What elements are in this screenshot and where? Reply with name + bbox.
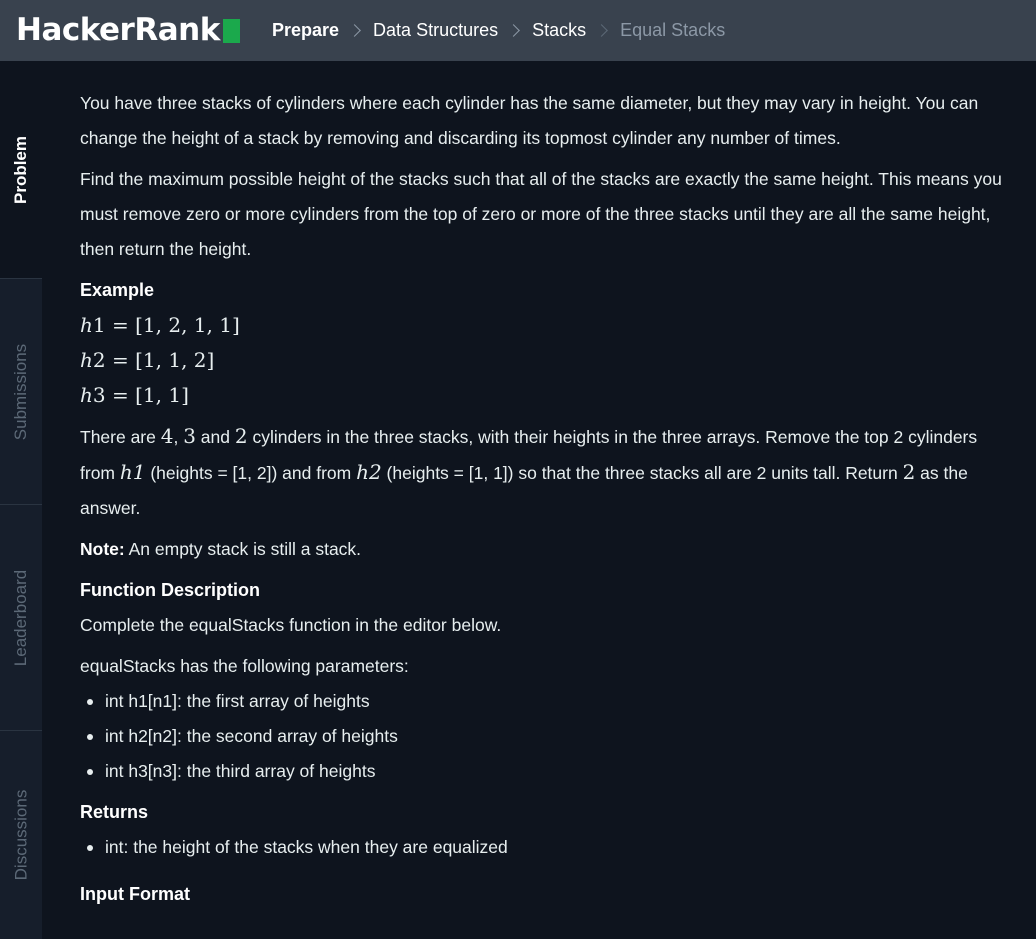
example-line: h3 = [1, 1] <box>80 383 189 407</box>
list-item: int h2[n2]: the second array of heights <box>80 719 1010 754</box>
tab-leaderboard-label: Leaderboard <box>11 569 31 666</box>
logo-block-icon <box>222 19 240 43</box>
parameters-intro: equalStacks has the following parameters… <box>80 656 409 676</box>
list-item: int h3[n3]: the third array of heights <box>80 754 1010 789</box>
function-description-heading: Function Description <box>80 580 260 600</box>
top-header: HackerRank Prepare Data Structures Stack… <box>0 0 1036 61</box>
example-line: h2 = [1, 1, 2] <box>80 348 215 372</box>
breadcrumb: Prepare Data Structures Stacks Equal Sta… <box>272 18 725 42</box>
function-description-text: Complete the equalStacks function in the… <box>80 615 502 635</box>
returns-heading: Returns <box>80 802 149 822</box>
hackerrank-logo[interactable]: HackerRank <box>16 12 240 48</box>
chevron-right-icon <box>595 23 609 37</box>
problem-statement: You have three stacks of cylinders where… <box>80 86 1010 912</box>
tab-discussions-label: Discussions <box>11 789 31 881</box>
example-heading: Example <box>80 280 155 300</box>
note-text: An empty stack is still a stack. <box>124 539 362 559</box>
breadcrumb-stacks[interactable]: Stacks <box>532 18 586 42</box>
logo-text: HackerRank <box>16 12 220 48</box>
parameters-list: int h1[n1]: the first array of heights i… <box>80 684 1010 789</box>
problem-intro: You have three stacks of cylinders where… <box>80 93 979 148</box>
example-arrays: h1 = [1, 2, 1, 1] h2 = [1, 1, 2] h3 = [1… <box>80 308 1010 413</box>
example-line: h1 = [1, 2, 1, 1] <box>80 313 240 337</box>
breadcrumb-prepare[interactable]: Prepare <box>272 18 339 42</box>
breadcrumb-current: Equal Stacks <box>620 20 726 40</box>
breadcrumb-data-structures[interactable]: Data Structures <box>373 18 498 42</box>
note-label: Note: <box>80 539 125 559</box>
tab-submissions[interactable]: Submissions <box>0 279 42 505</box>
list-item: int: the height of the stacks when they … <box>80 830 1010 865</box>
list-item: int h1[n1]: the first array of heights <box>80 684 1010 719</box>
tab-leaderboard[interactable]: Leaderboard <box>0 505 42 731</box>
note: Note: An empty stack is still a stack. <box>80 532 1010 567</box>
tab-problem-label: Problem <box>11 135 30 204</box>
example-explanation: There are 4, 3 and 2 cylinders in the th… <box>80 424 978 518</box>
tab-submissions-label: Submissions <box>11 343 30 440</box>
chevron-right-icon <box>507 23 520 37</box>
returns-list: int: the height of the stacks when they … <box>80 830 1010 865</box>
tab-discussions[interactable]: Discussions <box>0 731 42 939</box>
chevron-right-icon <box>348 23 361 37</box>
problem-task: Find the maximum possible height of the … <box>80 169 1002 259</box>
input-format-heading: Input Format <box>80 884 190 904</box>
tab-problem[interactable]: Problem <box>0 61 42 279</box>
side-tabs: Problem Submissions Leaderboard Discussi… <box>0 61 42 939</box>
